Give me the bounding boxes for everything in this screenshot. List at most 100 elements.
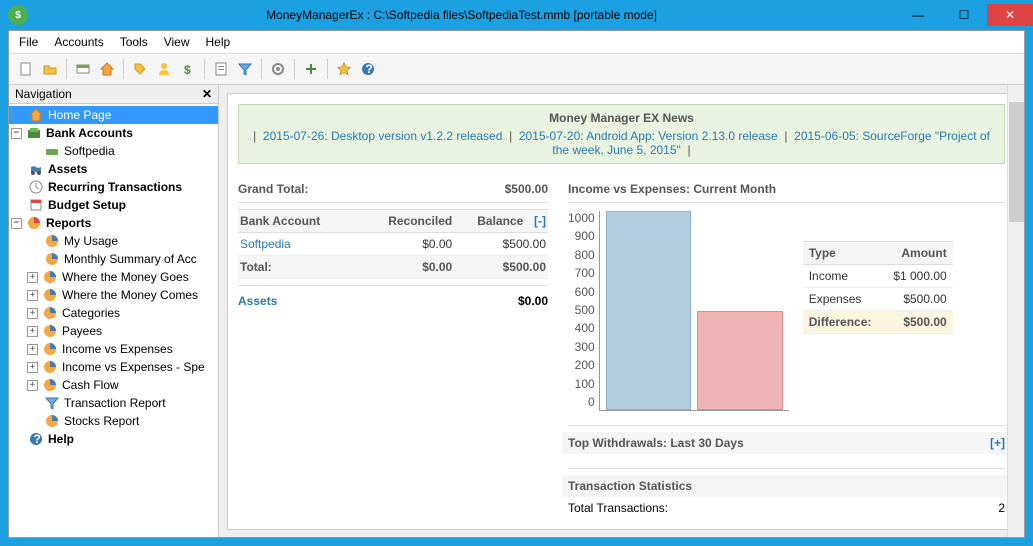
category-icon[interactable]: [129, 58, 151, 80]
nav-recurring[interactable]: Recurring Transactions: [9, 178, 218, 196]
nav-home[interactable]: Home Page: [9, 106, 218, 124]
grand-total-row: Grand Total: $500.00: [238, 176, 548, 203]
news-panel: Money Manager EX News | 2015-07-26: Desk…: [238, 104, 1005, 164]
total-label: Total:: [238, 256, 358, 279]
legend-income-value: $1 000.00: [883, 265, 953, 288]
nav-transaction-report[interactable]: Transaction Report: [9, 394, 218, 412]
nav-monthly-summary[interactable]: Monthly Summary of Acc: [9, 250, 218, 268]
maximize-button[interactable]: ☐: [941, 4, 987, 26]
nav-stocks[interactable]: Stocks Report: [9, 412, 218, 430]
report-icon[interactable]: [210, 58, 232, 80]
news-links: | 2015-07-26: Desktop version v1.2.2 rel…: [245, 129, 998, 157]
chart-legend: TypeAmount Income$1 000.00 Expenses$500.…: [803, 241, 953, 411]
nav-header: Navigation ✕: [9, 85, 218, 104]
col-reconciled[interactable]: Reconciled: [358, 210, 455, 233]
nav-assets[interactable]: Assets: [9, 160, 218, 178]
filter-icon[interactable]: [234, 58, 256, 80]
account-balance: $500.00: [454, 233, 548, 256]
bar-income: [606, 211, 692, 410]
news-title: Money Manager EX News: [245, 111, 998, 125]
scrollbar-thumb[interactable]: [1009, 102, 1024, 222]
expand-icon[interactable]: +: [27, 362, 38, 373]
expand-icon[interactable]: +: [27, 380, 38, 391]
menu-accounts[interactable]: Accounts: [54, 35, 103, 49]
menu-view[interactable]: View: [164, 35, 190, 49]
news-link-1[interactable]: 2015-07-26: Desktop version v1.2.2 relea…: [263, 129, 502, 143]
collapse-icon[interactable]: −: [11, 128, 22, 139]
nav-close-icon[interactable]: ✕: [202, 87, 212, 101]
nav-where-comes[interactable]: +Where the Money Comes: [9, 286, 218, 304]
nav-payees[interactable]: +Payees: [9, 322, 218, 340]
col-collapse[interactable]: [-]: [525, 210, 548, 233]
bar-expenses: [697, 311, 783, 411]
star-icon[interactable]: [333, 58, 355, 80]
legend-diff-value: $500.00: [883, 311, 953, 334]
menu-help[interactable]: Help: [206, 35, 231, 49]
new-file-icon[interactable]: [15, 58, 37, 80]
home-icon[interactable]: [96, 58, 118, 80]
nav-reports[interactable]: −Reports: [9, 214, 218, 232]
y-axis: 10009008007006005004003002001000: [568, 211, 595, 411]
account-name[interactable]: Softpedia: [238, 233, 358, 256]
assets-link[interactable]: Assets: [238, 294, 277, 308]
table-row[interactable]: Softpedia $0.00 $500.00: [238, 233, 548, 256]
toolbar: $ ?: [9, 54, 1024, 85]
expand-icon[interactable]: +: [27, 308, 38, 319]
open-file-icon[interactable]: [39, 58, 61, 80]
chart-bars: [599, 211, 789, 411]
assets-row: Assets $0.00: [238, 285, 548, 316]
expand-icon[interactable]: +: [27, 272, 38, 283]
vertical-scrollbar[interactable]: [1007, 85, 1024, 537]
nav-cashflow[interactable]: +Cash Flow: [9, 376, 218, 394]
separator: [123, 59, 124, 79]
menubar: File Accounts Tools View Help: [9, 31, 1024, 54]
withdrawals-toggle[interactable]: [+]: [990, 436, 1005, 450]
menu-tools[interactable]: Tools: [120, 35, 148, 49]
currency-icon[interactable]: $: [177, 58, 199, 80]
chart-title: Income vs Expenses: Current Month: [568, 176, 1005, 203]
nav-usage[interactable]: My Usage: [9, 232, 218, 250]
col-balance[interactable]: Balance: [454, 210, 525, 233]
stats-panel: Transaction Statistics Total Transaction…: [568, 468, 1005, 519]
nav-income-expenses[interactable]: +Income vs Expenses: [9, 340, 218, 358]
account-icon[interactable]: [72, 58, 94, 80]
menu-file[interactable]: File: [19, 35, 38, 49]
add-icon[interactable]: [300, 58, 322, 80]
expand-icon[interactable]: +: [27, 290, 38, 301]
nav-help[interactable]: ?Help: [9, 430, 218, 448]
legend-col-amount: Amount: [883, 242, 953, 265]
grand-total-label: Grand Total:: [238, 182, 308, 196]
stats-row-label: Total Transactions:: [568, 501, 668, 515]
nav-softpedia[interactable]: Softpedia: [9, 142, 218, 160]
withdrawals-panel: Top Withdrawals: Last 30 Days [+]: [568, 425, 1005, 454]
close-button[interactable]: ✕: [987, 4, 1033, 26]
news-link-2[interactable]: 2015-07-20: Android App: Version 2.13.0 …: [519, 129, 778, 143]
payee-icon[interactable]: [153, 58, 175, 80]
nav-income-expenses-spe[interactable]: +Income vs Expenses - Spe: [9, 358, 218, 376]
nav-title: Navigation: [15, 87, 72, 101]
separator: [261, 59, 262, 79]
nav-categories[interactable]: +Categories: [9, 304, 218, 322]
income-expense-chart: 10009008007006005004003002001000: [568, 211, 789, 411]
legend-expenses-label: Expenses: [803, 288, 883, 311]
separator: [294, 59, 295, 79]
separator: [66, 59, 67, 79]
minimize-button[interactable]: —: [895, 4, 941, 26]
titlebar[interactable]: $ MoneyManagerEx : C:\Softpedia files\So…: [0, 0, 1033, 30]
legend-expenses-value: $500.00: [883, 288, 953, 311]
expand-icon[interactable]: +: [27, 344, 38, 355]
nav-bank-accounts[interactable]: −Bank Accounts: [9, 124, 218, 142]
expand-icon[interactable]: +: [27, 326, 38, 337]
legend-income-label: Income: [803, 265, 883, 288]
help-icon[interactable]: ?: [357, 58, 379, 80]
settings-icon[interactable]: [267, 58, 289, 80]
nav-tree: Home Page −Bank Accounts Softpedia Asset…: [9, 104, 218, 537]
app-icon: $: [8, 5, 28, 25]
separator: [327, 59, 328, 79]
total-reconciled: $0.00: [358, 256, 455, 279]
withdrawals-title: Top Withdrawals: Last 30 Days: [568, 436, 744, 450]
collapse-icon[interactable]: −: [11, 218, 22, 229]
nav-where-goes[interactable]: +Where the Money Goes: [9, 268, 218, 286]
col-account[interactable]: Bank Account: [238, 210, 358, 233]
nav-budget[interactable]: Budget Setup: [9, 196, 218, 214]
